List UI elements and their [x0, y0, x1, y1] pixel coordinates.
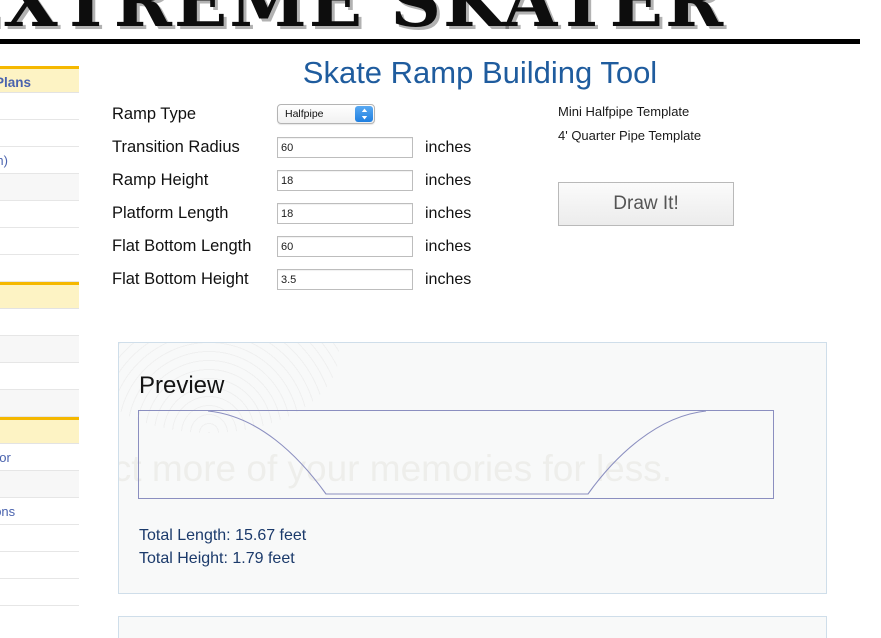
page-title: Skate Ramp Building Tool: [302, 55, 658, 90]
ramp-bounding-box: [138, 410, 774, 499]
form-row-ramp-type: Ramp Type Halfpipe: [112, 104, 375, 130]
platform-length-unit: inches: [425, 204, 472, 222]
flat-bottom-length-unit: inches: [425, 237, 472, 255]
sidebar-group-help: Ramp Help Ramp Calculator Ramp FAQs Ramp…: [0, 417, 79, 606]
sidebar-item-help-6[interactable]: [0, 579, 79, 606]
ramp-height-unit: inches: [425, 171, 472, 189]
sidebar-item-community-4[interactable]: [0, 390, 79, 417]
secondary-panel: [118, 616, 827, 638]
preview-title: Preview: [139, 372, 225, 399]
ramp-type-select[interactable]: Halfpipe: [277, 104, 375, 124]
ramp-type-label: Ramp Type: [112, 104, 197, 123]
main-content: Skate Ramp Building Tool Ramp Type Halfp…: [79, 44, 881, 638]
form-row-ramp-height: Ramp Height inches: [112, 170, 471, 196]
platform-length-label: Platform Length: [112, 204, 229, 222]
chevron-updown-icon[interactable]: [355, 106, 373, 122]
sidebar-item-grind-ramp[interactable]: Grind Ramp: [0, 228, 79, 255]
sidebar-item-plans-5[interactable]: [0, 201, 79, 228]
sidebar-item-community-2[interactable]: [0, 336, 79, 363]
platform-length-input[interactable]: [277, 203, 413, 224]
sidebar-item-ramp-transitions[interactable]: Ramp Transitions: [0, 498, 79, 525]
sidebar-item-quarter-pipe[interactable]: Quarter Pipe: [0, 120, 79, 147]
ramp-transition-curve: [207, 410, 707, 495]
sidebar-group-plans: Skate Ramp Plans Halfpipe Quarter Pipe B…: [0, 66, 79, 282]
form-row-flat-bottom-height: Flat Bottom Height inches: [112, 269, 471, 295]
site-logo-text: EXTREME SKATER: [0, 0, 725, 39]
sidebar-header-help: Ramp Help: [0, 417, 79, 444]
site-banner: EXTREME SKATER: [0, 0, 881, 39]
transition-radius-label: Transition Radius: [112, 138, 240, 156]
flat-bottom-length-input[interactable]: [277, 236, 413, 257]
sidebar-item-community-3[interactable]: [0, 363, 79, 390]
sidebar-item-build-it-custom[interactable]: Build It (custom): [0, 147, 79, 174]
form-row-transition-radius: Transition Radius inches: [112, 137, 471, 163]
sidebar-item-ramp-faqs[interactable]: Ramp FAQs: [0, 471, 79, 498]
flat-bottom-length-label: Flat Bottom Length: [112, 237, 252, 255]
template-link-mini-halfpipe[interactable]: Mini Halfpipe Template: [558, 104, 868, 119]
flat-bottom-height-label: Flat Bottom Height: [112, 270, 249, 288]
app-page: EXTREME SKATER Skate Ramp Plans Halfpipe…: [0, 0, 881, 638]
sidebar-item-fun-box-pipe[interactable]: Fun Box Pipe: [0, 255, 79, 282]
transition-radius-input[interactable]: [277, 137, 413, 158]
template-link-4ft-quarter-pipe[interactable]: 4' Quarter Pipe Template: [558, 128, 868, 143]
sidebar-item-community-1[interactable]: [0, 309, 79, 336]
ramp-height-label: Ramp Height: [112, 171, 209, 189]
sidebar-header-plans: Skate Ramp Plans: [0, 66, 79, 93]
sidebar-item-skate-links[interactable]: Skate Links: [0, 552, 79, 579]
templates-column: Mini Halfpipe Template 4' Quarter Pipe T…: [558, 104, 868, 226]
flat-bottom-height-unit: inches: [425, 270, 472, 288]
transition-radius-unit: inches: [425, 138, 472, 156]
sidebar-navigation: Skate Ramp Plans Halfpipe Quarter Pipe B…: [0, 66, 79, 606]
ramp-type-selected-value: Halfpipe: [285, 108, 324, 120]
form-row-flat-bottom-length: Flat Bottom Length inches: [112, 236, 471, 262]
sidebar-item-ramp-solution[interactable]: Ramp Solution: [0, 525, 79, 552]
sidebar-item-ramp-calculator[interactable]: Ramp Calculator: [0, 444, 79, 471]
total-length-text: Total Length: 15.67 feet: [139, 527, 307, 544]
form-row-platform-length: Platform Length inches: [112, 203, 471, 229]
total-height-text: Total Height: 1.79 feet: [139, 550, 295, 567]
flat-bottom-height-input[interactable]: [277, 269, 413, 290]
ramp-drawing: [138, 410, 774, 499]
preview-panel: rotect more of your memories for less. P…: [118, 342, 827, 594]
sidebar-header-community: Community: [0, 282, 79, 309]
sidebar-group-community: Community: [0, 282, 79, 417]
sidebar-item-halfpipe[interactable]: Halfpipe: [0, 93, 79, 120]
ramp-height-input[interactable]: [277, 170, 413, 191]
draw-it-button[interactable]: Draw It!: [558, 182, 734, 226]
ramp-totals: Total Length: 15.67 feet Total Height: 1…: [139, 524, 306, 570]
sidebar-item-plans-4[interactable]: [0, 174, 79, 201]
